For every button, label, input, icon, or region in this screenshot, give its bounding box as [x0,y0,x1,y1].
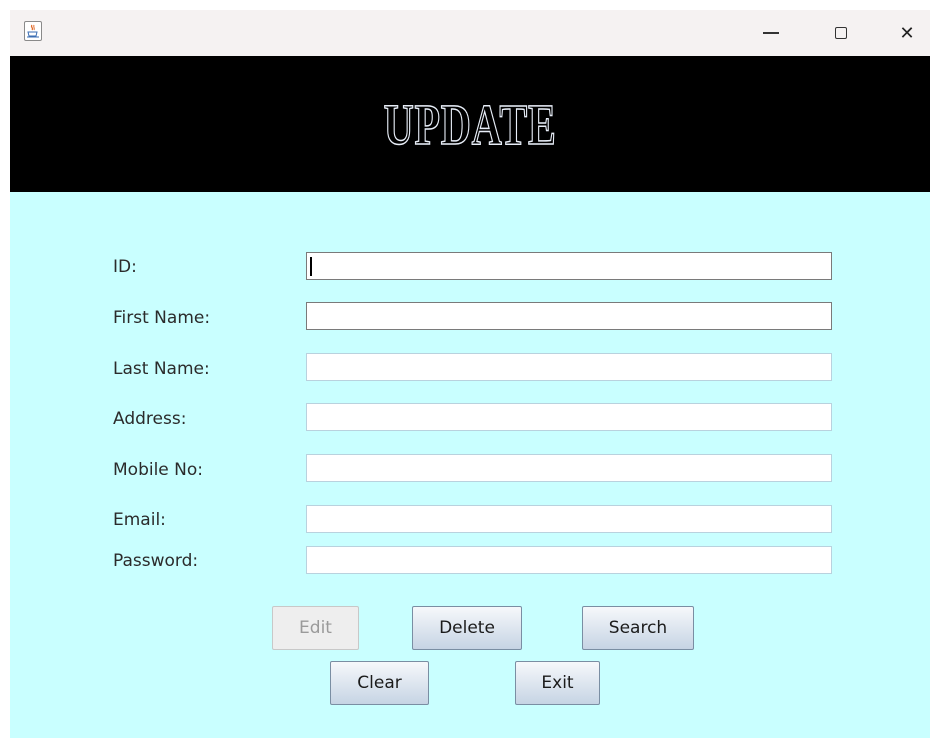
email-label: Email: [113,510,166,530]
title-bar: ✕ [10,10,930,56]
maximize-button[interactable] [818,10,864,56]
header-banner: UPDATE [10,56,930,192]
address-label: Address: [113,409,187,429]
java-cup-icon [24,21,42,41]
search-button[interactable]: Search [582,606,694,650]
id-label: ID: [113,257,137,277]
last-name-label: Last Name: [113,359,210,379]
delete-button[interactable]: Delete [412,606,522,650]
password-field[interactable] [306,546,832,574]
maximize-icon [835,27,847,39]
address-field[interactable] [306,403,832,431]
edit-button[interactable]: Edit [272,606,359,650]
close-button[interactable]: ✕ [884,10,930,56]
minimize-button[interactable] [748,10,794,56]
text-caret [310,257,312,276]
email-field[interactable] [306,505,832,533]
exit-button[interactable]: Exit [515,661,600,705]
update-window: ✕ UPDATE ID: First Name: Last Name: Addr… [10,10,930,738]
page-title: UPDATE [383,91,557,158]
password-label: Password: [113,551,199,571]
mobile-label: Mobile No: [113,460,204,480]
mobile-field[interactable] [306,454,832,482]
first-name-field[interactable] [306,302,832,330]
first-name-label: First Name: [113,308,211,328]
id-field[interactable] [306,252,832,280]
minimize-icon [763,32,779,34]
last-name-field[interactable] [306,353,832,381]
clear-button[interactable]: Clear [330,661,429,705]
close-icon: ✕ [899,22,915,44]
